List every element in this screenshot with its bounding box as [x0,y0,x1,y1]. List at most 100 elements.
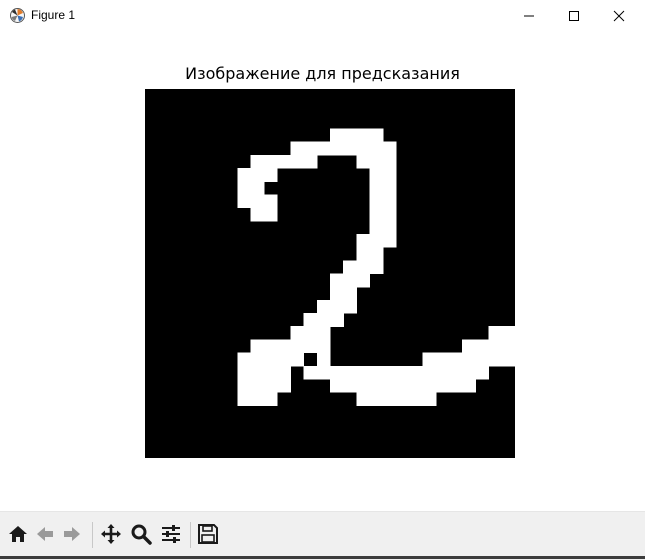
maximize-button[interactable] [551,0,597,31]
digit-pixel [263,339,278,354]
digit-pixel [488,352,503,367]
digit-pixel [382,220,397,235]
close-icon [613,10,625,21]
digit-pixel [303,339,318,354]
digit-pixel [303,313,318,327]
digit-pixel [396,365,410,380]
digit-pixel [462,339,476,354]
digit-pixel [409,378,424,393]
digit-pixel [250,339,265,354]
digit-pixel [462,352,476,367]
title-bar[interactable]: Figure 1 [0,0,645,31]
digit-pixel [369,194,384,209]
digit-pixel [435,352,450,367]
digit-pixel [316,313,331,327]
digit-pixel [448,352,463,367]
digit-pixel [277,339,291,354]
digit-pixel [488,339,503,354]
digit-pixel [369,392,384,406]
digit-pixel [303,326,318,340]
save-button[interactable] [194,520,222,548]
digit-pixel [343,378,358,393]
configure-subplots-icon [162,525,180,543]
digit-pixel [501,352,516,367]
digit-pixel [250,194,265,209]
digit-pixel [356,260,371,275]
digit-pixel [475,339,490,354]
digit-pixel [382,378,397,393]
digit-pixel [250,392,265,406]
digit-pixel [369,207,384,222]
digit-pixel [263,168,278,182]
digit-pixel [382,154,397,169]
navigation-toolbar [0,511,645,560]
digit-pixel [277,378,291,393]
digit-pixel [250,168,265,182]
digit-pixel [250,181,265,196]
toolbar-separator [190,522,191,548]
digit-pixel [237,365,252,380]
digit-pixel [369,233,384,248]
window-title: Figure 1 [31,8,76,22]
digit-pixel [356,247,371,261]
minimize-button[interactable] [506,0,552,31]
digit-pixel [316,299,331,314]
digit-pixel [316,365,331,380]
digit-pixel [290,141,305,156]
digit-pixel [316,339,331,354]
back-icon [37,527,53,541]
digit-pixel [263,207,278,222]
digit-pixel [343,299,358,314]
pan-icon [101,524,121,544]
digit-pixel [263,392,278,406]
digit-pixel [382,392,397,406]
digit-pixel [488,326,503,340]
digit-pixel [303,141,318,156]
close-button[interactable] [596,0,642,31]
configure-subplots-button[interactable] [157,520,185,548]
digit-pixel [356,273,371,288]
digit-image [145,89,516,458]
zoom-button[interactable] [127,520,155,548]
digit-pixel [330,273,344,288]
digit-pixel [343,128,358,143]
digit-pixel [263,378,278,393]
digit-pixel [396,378,410,393]
digit-pixel [343,365,358,380]
digit-pixel [409,392,424,406]
digit-pixel [330,378,344,393]
back-button[interactable] [31,520,59,548]
digit-pixel [290,339,305,354]
digit-pixel [462,365,476,380]
digit-pixel [237,392,252,406]
digit-pixel [422,352,437,367]
figure-canvas[interactable]: Изображение для предсказания [0,31,645,511]
digit-pixel [290,326,305,340]
digit-pixel [330,141,344,156]
digit-pixel [448,378,463,393]
digit-pixel [343,286,358,301]
digit-pixel [501,326,516,340]
digit-pixel [263,365,278,380]
forward-button[interactable] [58,520,86,548]
digit-pixel [382,141,397,156]
digit-pixel [250,352,265,367]
digit-pixel [263,352,278,367]
digit-pixel [330,299,344,314]
digit-pixel [263,194,278,209]
digit-pixel [382,233,397,248]
digit-pixel [303,365,318,380]
minimize-icon [524,15,534,16]
zoom-icon [131,524,152,545]
digit-pixel [422,392,437,406]
digit-pixel [435,378,450,393]
digit-pixel [356,141,371,156]
digit-pixel [356,233,371,248]
digit-pixel [356,154,371,169]
digit-pixel [263,154,278,169]
pan-button[interactable] [97,520,125,548]
home-button[interactable] [4,520,32,548]
digit-pixel [369,154,384,169]
digit-pixel [435,365,450,380]
digit-pixel [330,365,344,380]
